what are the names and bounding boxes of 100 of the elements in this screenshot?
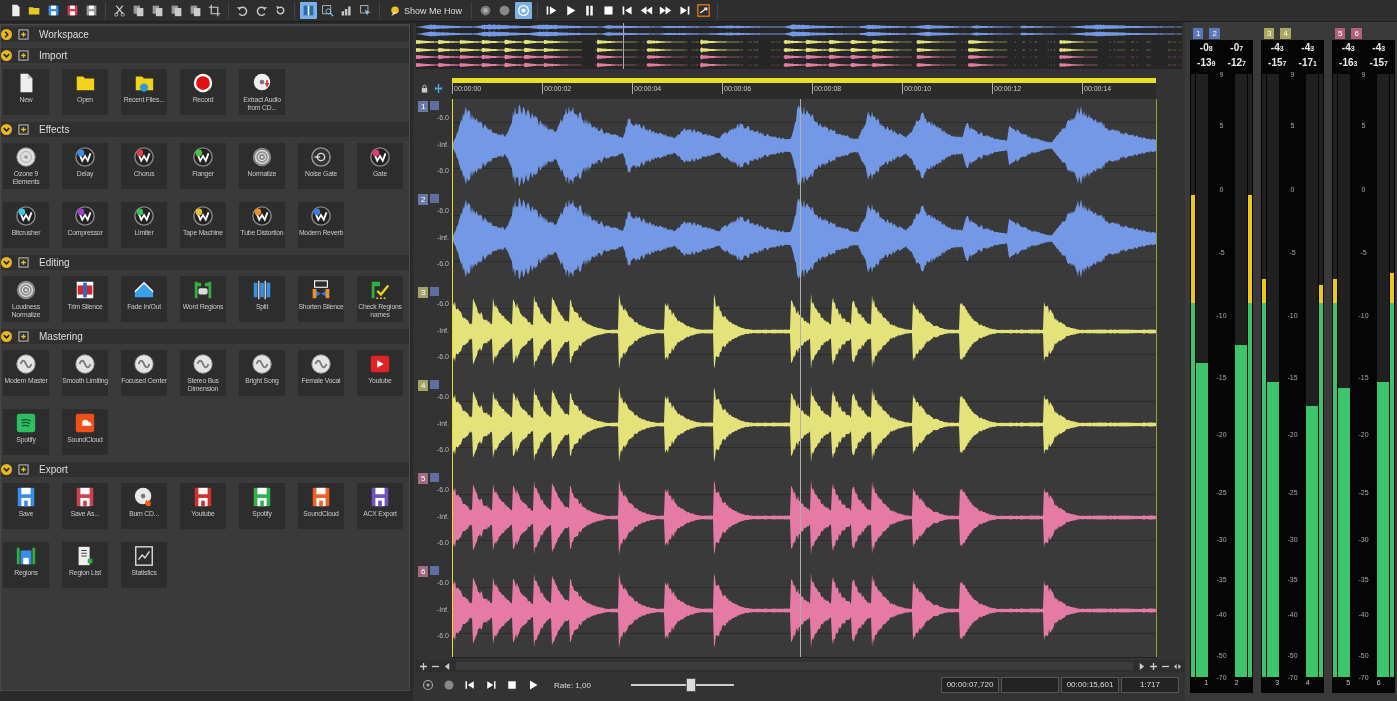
refresh-icon [274, 4, 287, 17]
skip-forward-icon [678, 4, 692, 17]
paste-icon [151, 4, 164, 17]
empty-field[interactable] [1001, 677, 1059, 693]
section-title: Export [39, 464, 68, 475]
collapse-button[interactable] [430, 566, 440, 575]
transport-button[interactable] [527, 679, 539, 691]
track-number[interactable]: 5 [418, 473, 429, 484]
floppy-icon [15, 545, 37, 567]
section-header[interactable]: Effects [1, 122, 409, 137]
section-title: Mastering [39, 331, 83, 342]
collapse-button[interactable] [430, 101, 440, 110]
section-title: Effects [39, 124, 70, 135]
toolbar-button[interactable] [206, 2, 223, 19]
record-icon [192, 72, 214, 94]
time-field[interactable]: 1:717 [1121, 677, 1179, 693]
slider-thumb[interactable] [685, 678, 696, 692]
track-number[interactable]: 2 [418, 194, 429, 205]
section-title: Editing [39, 257, 70, 268]
cloud-icon [74, 412, 96, 434]
section-header[interactable]: Mastering [1, 329, 409, 344]
collapse-button[interactable] [430, 287, 440, 296]
target-icon [517, 4, 531, 17]
fast-forward-icon [659, 4, 673, 17]
bar-chart-icon [340, 4, 353, 17]
snap-icon[interactable] [434, 84, 443, 93]
new-file-icon [9, 4, 22, 17]
channel-badge[interactable]: 2 [1209, 27, 1220, 39]
wave-disc-icon [74, 353, 96, 375]
fit-icon[interactable] [1174, 662, 1181, 670]
section-header[interactable]: Workspace [1, 27, 409, 42]
section-icon [18, 50, 29, 61]
scissors-icon [113, 4, 126, 17]
transport-button[interactable] [464, 679, 476, 691]
section-title: Import [39, 50, 68, 61]
play-icon [564, 4, 578, 17]
scroll-right-icon[interactable] [1138, 662, 1145, 670]
toolbar-button[interactable] [695, 2, 713, 19]
toolbar-button[interactable] [319, 2, 336, 19]
paste-icon [189, 4, 202, 17]
undo-icon [236, 4, 249, 17]
channel-badge[interactable]: 5 [1335, 27, 1346, 39]
play-from-marker-icon [545, 4, 559, 17]
disc-icon [422, 679, 434, 691]
floppy-icon [47, 4, 60, 17]
section-icon [18, 464, 29, 475]
floppy-icon [85, 4, 98, 17]
zoom-in-icon[interactable] [420, 662, 427, 670]
transport-button[interactable] [422, 679, 434, 691]
transport-button[interactable] [506, 679, 518, 691]
track-number[interactable]: 6 [418, 566, 429, 577]
chart-icon [133, 545, 155, 567]
collapse-button[interactable] [430, 380, 440, 389]
collapse-button[interactable] [430, 194, 440, 203]
wave-disc-icon [15, 353, 37, 375]
flag-check-icon [369, 279, 391, 301]
play-square-icon [369, 353, 391, 375]
overview-waveform[interactable] [416, 23, 1182, 69]
zoom-in-icon[interactable] [1150, 662, 1157, 670]
scroll-left-icon[interactable] [444, 662, 451, 670]
transport-button[interactable] [485, 679, 497, 691]
play-icon [527, 679, 539, 691]
split-view-icon [302, 4, 315, 17]
channel-badge[interactable]: 1 [1193, 27, 1204, 39]
toolbar-button[interactable] [111, 2, 128, 19]
folder-icon [28, 4, 41, 17]
flags-icon [192, 279, 214, 301]
stop-icon [506, 679, 518, 691]
collapse-button[interactable] [430, 473, 440, 482]
floppy-icon [66, 4, 79, 17]
rate-slider[interactable] [630, 678, 734, 692]
time-field[interactable]: 00:00:07,720 [941, 677, 999, 693]
crop-icon [208, 4, 221, 17]
loop-icon [697, 4, 711, 17]
section-header[interactable]: Editing [1, 255, 409, 270]
wave-disc-icon [251, 353, 273, 375]
waveform-track[interactable] [452, 564, 1156, 658]
circle-waves-icon [15, 412, 37, 434]
redo-icon [255, 4, 268, 17]
stop-icon [602, 4, 616, 17]
record-icon [443, 679, 455, 691]
lock-icon[interactable] [420, 84, 429, 93]
show-me-how-button[interactable]: Show Me How [385, 2, 467, 19]
wave-disc-icon [133, 353, 155, 375]
section-header[interactable]: Import [1, 48, 409, 63]
track-number[interactable]: 1 [418, 101, 429, 112]
record-icon [498, 4, 512, 17]
channel-badge[interactable]: 6 [1351, 27, 1362, 39]
time-field[interactable]: 00:00:15,601 [1061, 677, 1119, 693]
rewind-icon [640, 4, 654, 17]
section-icon [18, 124, 29, 135]
copy-icon [132, 4, 145, 17]
paste-icon [170, 4, 183, 17]
toolbar-button[interactable] [515, 2, 533, 19]
section-header[interactable]: Export [1, 462, 409, 477]
playhead-line[interactable] [799, 99, 801, 657]
skip-back-icon [464, 679, 476, 691]
wave-disc-icon [192, 353, 214, 375]
zoom-icon [321, 4, 334, 17]
skip-forward-icon [485, 679, 497, 691]
